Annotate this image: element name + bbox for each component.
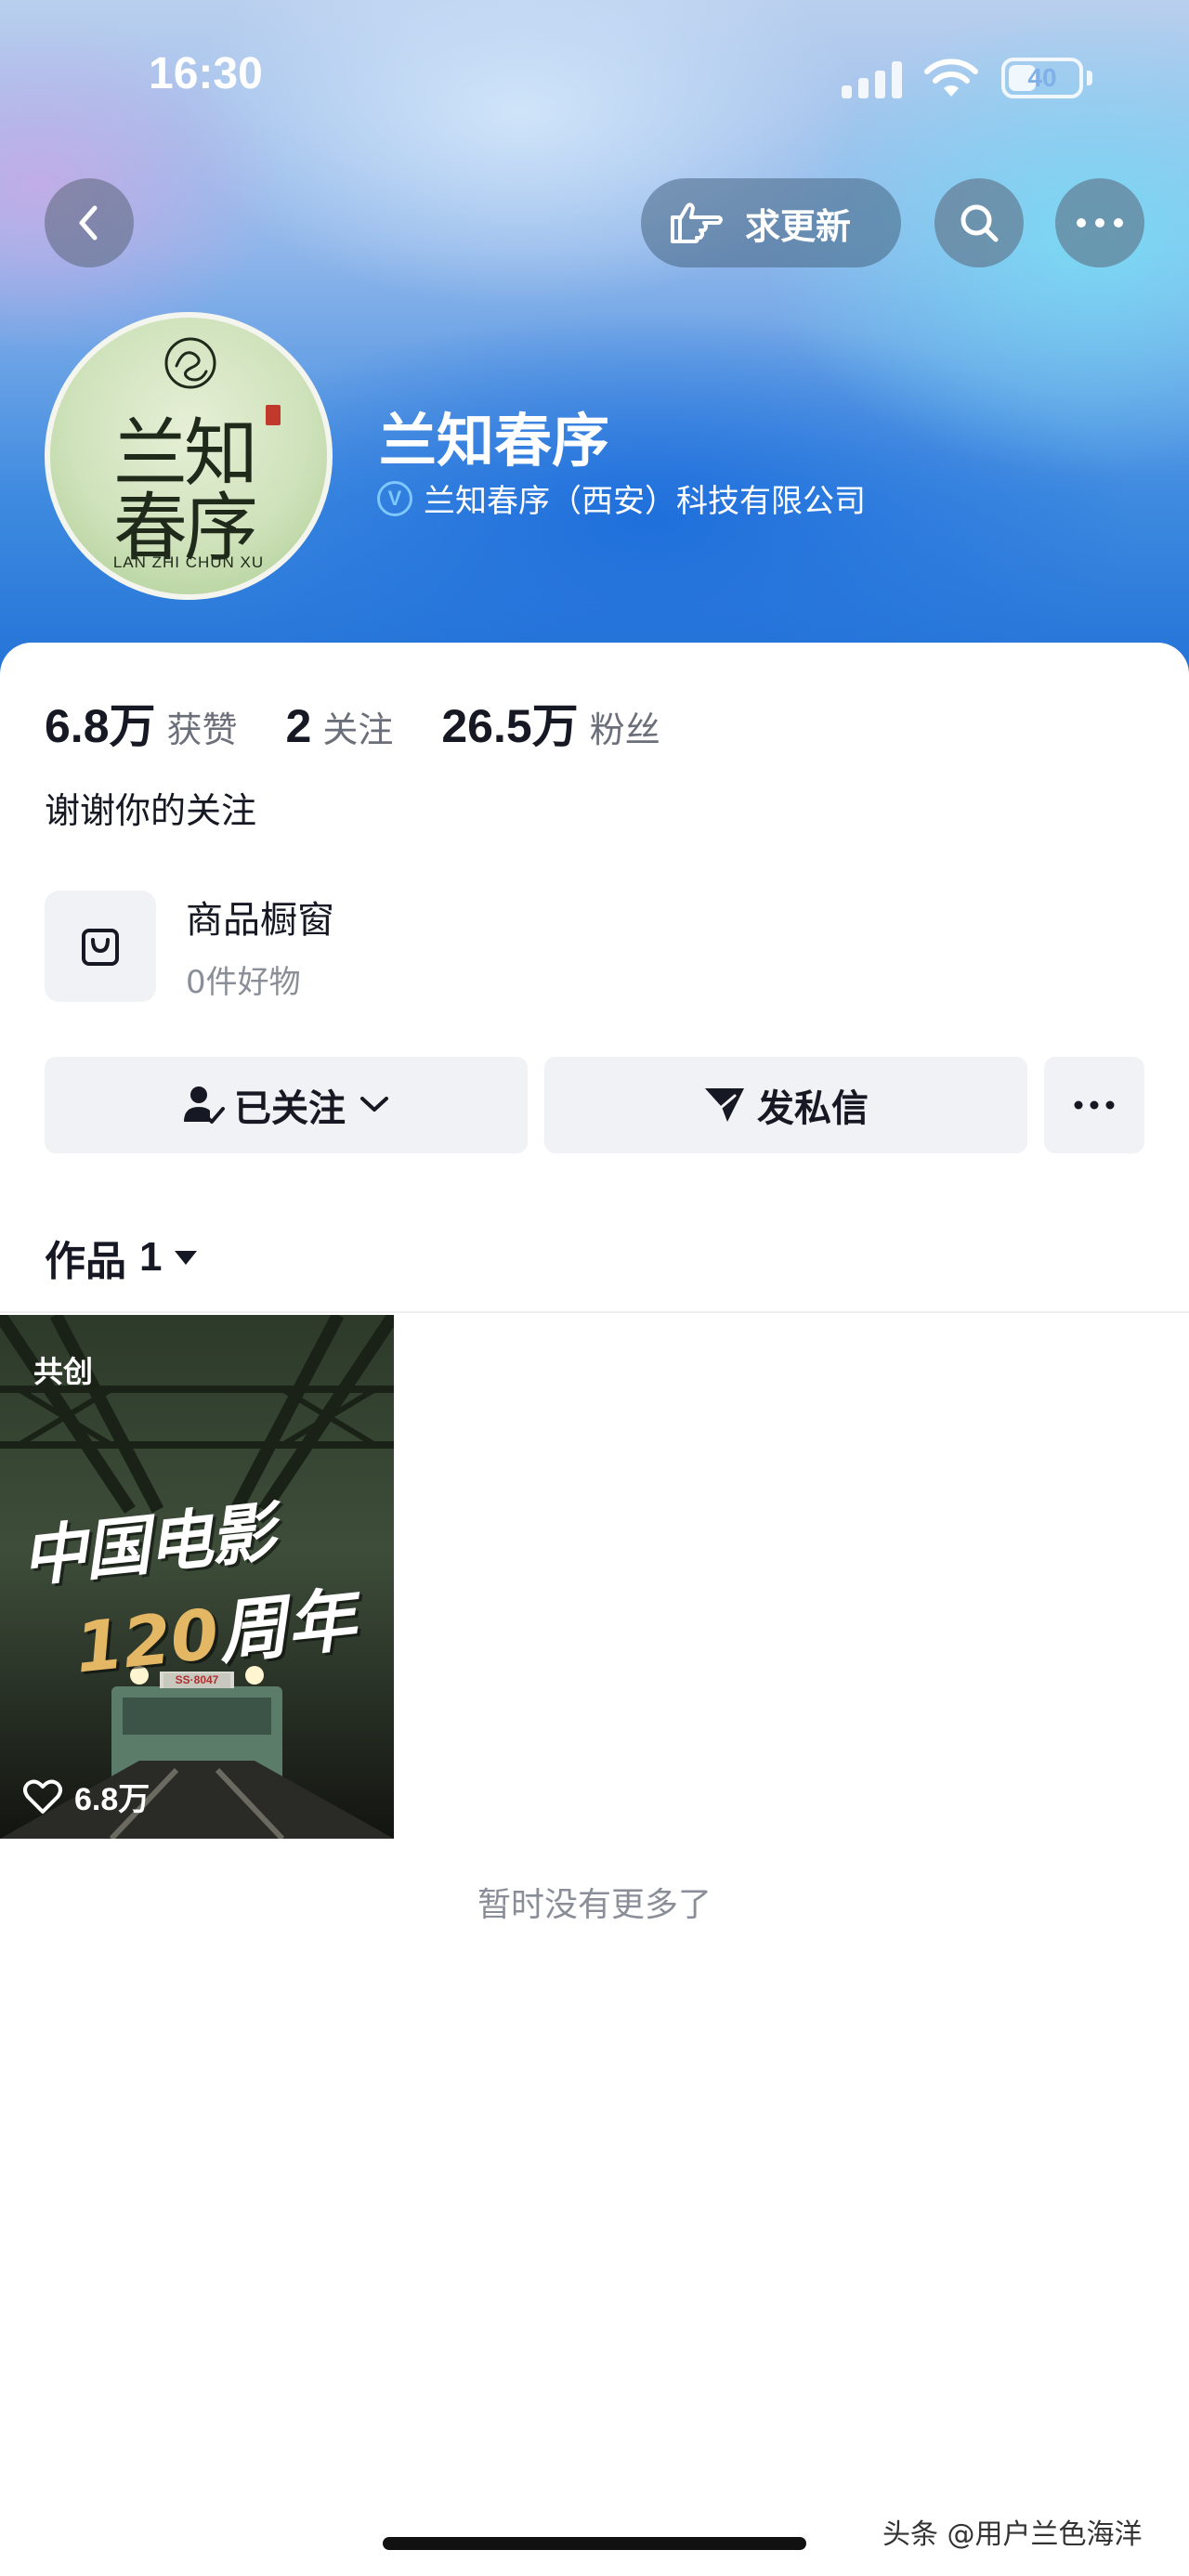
more-dots-icon: [1074, 1100, 1115, 1110]
no-more-text: 暂时没有更多了: [477, 1886, 712, 1924]
likes-label: 获赞: [166, 709, 238, 750]
video-title-suffix: 周年: [214, 1580, 359, 1674]
video-likes: 6.8万: [22, 1774, 150, 1819]
shopping-bag-icon: [82, 928, 119, 966]
orchid-logo-icon: [164, 337, 216, 389]
shop-subtitle: 0件好物: [186, 964, 301, 1001]
tab-divider: [0, 1311, 1189, 1313]
battery-icon: 40: [1001, 58, 1083, 98]
heart-icon: [23, 1779, 62, 1814]
back-button[interactable]: [45, 178, 134, 267]
avatar[interactable]: 兰知 春序 LAN ZHI CHUN XU: [45, 312, 333, 600]
tab-works[interactable]: 作品 1: [45, 1228, 199, 1287]
user-check-icon: [184, 1086, 225, 1124]
works-tab-label: 作品: [45, 1238, 126, 1285]
more-button[interactable]: [1055, 178, 1144, 267]
chevron-left-icon: [79, 205, 98, 241]
send-icon: [705, 1088, 744, 1122]
request-update-label: 求更新: [745, 205, 852, 247]
followers-label: 粉丝: [589, 709, 660, 750]
following-label: 关注: [322, 709, 394, 750]
profile-more-button[interactable]: [1044, 1057, 1144, 1153]
likes-count[interactable]: 6.8万: [45, 689, 156, 756]
co-creation-tag: 共创: [33, 1354, 94, 1389]
video-likes-count: 6.8万: [74, 1782, 150, 1817]
train-plate: SS·8047: [175, 1673, 219, 1686]
profile-name: 兰知春序: [379, 407, 610, 475]
avatar-seal: [266, 405, 281, 425]
send-message-label: 发私信: [757, 1087, 869, 1130]
send-message-button[interactable]: 发私信: [544, 1057, 1027, 1153]
stats-row: 6.8万 获赞 2 关注 26.5万 粉丝: [45, 689, 660, 756]
battery-percent: 40: [1027, 63, 1057, 92]
verified-line[interactable]: V 兰知春序（西安）科技有限公司: [377, 475, 866, 521]
verified-name: 兰知春序（西安）科技有限公司: [424, 483, 866, 520]
status-time: 16:30: [149, 49, 263, 98]
verified-icon: V: [377, 480, 412, 516]
video-card[interactable]: 共创 中国电影 120周年 SS·8047 6.8万: [0, 1315, 394, 1839]
works-count: 1: [139, 1234, 163, 1280]
pointing-hand-icon: [671, 202, 723, 243]
following-count[interactable]: 2: [286, 699, 312, 753]
shop-window-entry[interactable]: 商品橱窗 0件好物: [45, 890, 334, 1002]
caret-down-icon: [175, 1251, 198, 1265]
watermark: 头条 @用户兰色海洋: [882, 2518, 1143, 2551]
more-dots-icon: [1077, 218, 1123, 228]
battery-nub: [1087, 71, 1092, 85]
chevron-down-icon: [360, 1097, 388, 1112]
search-button[interactable]: [934, 178, 1024, 267]
shop-icon-box: [45, 890, 156, 1002]
bio-text: 谢谢你的关注: [45, 790, 257, 831]
followers-count[interactable]: 26.5万: [441, 689, 578, 756]
cellular-signal-icon: [842, 61, 905, 98]
shop-title: 商品橱窗: [186, 899, 334, 942]
wifi-icon: [924, 59, 978, 97]
avatar-subtitle: LAN ZHI CHUN XU: [112, 553, 265, 571]
search-icon: [960, 204, 999, 242]
home-indicator[interactable]: [383, 2537, 806, 2550]
followed-label: 已关注: [234, 1087, 346, 1130]
followed-button[interactable]: 已关注: [45, 1057, 528, 1153]
request-update-button[interactable]: 求更新: [641, 178, 901, 267]
